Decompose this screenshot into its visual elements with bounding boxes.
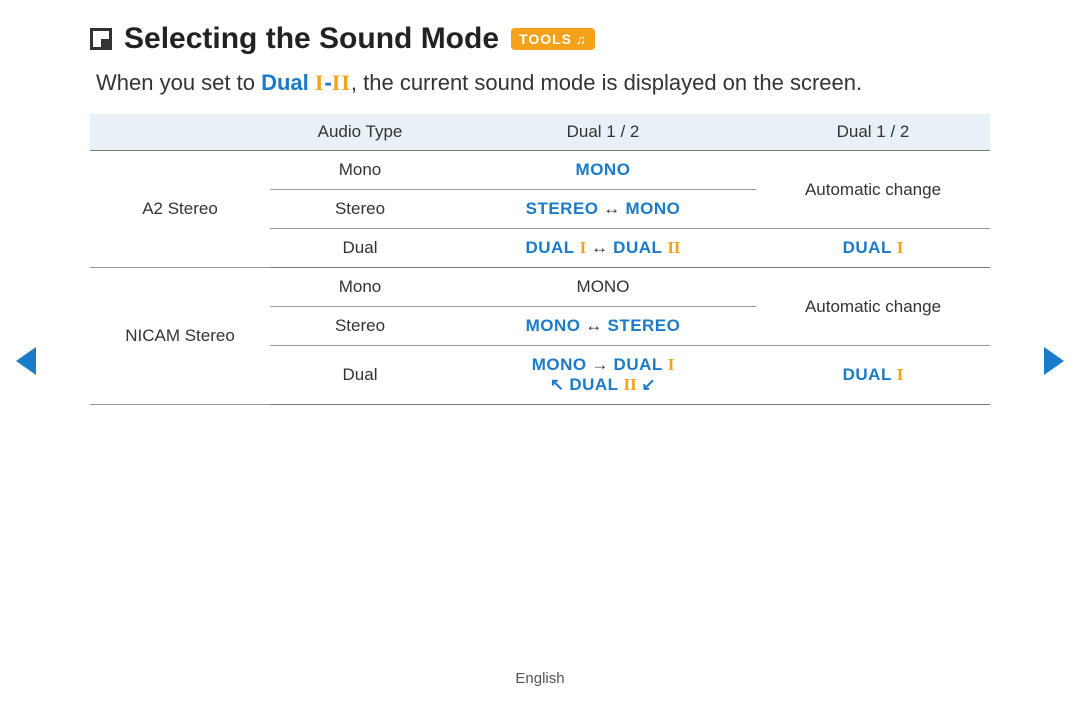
th-category	[90, 114, 270, 151]
music-note-icon: ♫	[576, 32, 587, 47]
cell-dual-b: DUAL I	[756, 346, 990, 405]
cell-audio-type: Dual	[270, 346, 450, 405]
cell-audio-type: Dual	[270, 229, 450, 268]
page-title: Selecting the Sound Mode	[124, 22, 499, 56]
cell-dual-a: MONO ↔ STEREO	[450, 307, 756, 346]
cell-audio-type: Stereo	[270, 307, 450, 346]
prev-page-arrow-icon[interactable]	[16, 347, 36, 375]
th-dual-a: Dual 1 / 2	[450, 114, 756, 151]
th-audio-type: Audio Type	[270, 114, 450, 151]
intro-text: When you set to Dual I-II, the current s…	[96, 70, 990, 96]
double-arrow-icon: ↔	[603, 199, 621, 218]
group-a2-stereo: A2 Stereo	[90, 151, 270, 268]
cell-dual-a: DUAL I ↔ DUAL II	[450, 229, 756, 268]
cell-dual-b: DUAL I	[756, 229, 990, 268]
cell-auto-change: Automatic change	[756, 151, 990, 229]
cell-dual-a: MONO	[450, 151, 756, 190]
double-arrow-icon: ↔	[585, 316, 603, 335]
table-row: A2 Stereo Mono MONO Automatic change	[90, 151, 990, 190]
cell-audio-type: Mono	[270, 268, 450, 307]
sound-mode-table: Audio Type Dual 1 / 2 Dual 1 / 2 A2 Ster…	[90, 114, 990, 405]
cell-dual-a: STEREO ↔ MONO	[450, 190, 756, 229]
cell-dual-a: MONO → DUAL I ↖ DUAL II ↙	[450, 346, 756, 405]
cell-audio-type: Mono	[270, 151, 450, 190]
right-arrow-icon: →	[591, 355, 609, 374]
tools-badge: TOOLS ♫	[511, 28, 595, 50]
cell-audio-type: Stereo	[270, 190, 450, 229]
section-bullet-icon	[90, 28, 112, 50]
footer-language: English	[0, 670, 1080, 687]
th-dual-b: Dual 1 / 2	[756, 114, 990, 151]
cell-dual-a: MONO	[450, 268, 756, 307]
diag-down-left-arrow-icon: ↙	[641, 375, 656, 394]
tools-badge-label: TOOLS	[519, 31, 572, 47]
table-row: NICAM Stereo Mono MONO Automatic change	[90, 268, 990, 307]
group-nicam-stereo: NICAM Stereo	[90, 268, 270, 405]
cell-auto-change: Automatic change	[756, 268, 990, 346]
double-arrow-icon: ↔	[591, 238, 609, 257]
diag-up-left-arrow-icon: ↖	[550, 375, 565, 394]
next-page-arrow-icon[interactable]	[1044, 347, 1064, 375]
